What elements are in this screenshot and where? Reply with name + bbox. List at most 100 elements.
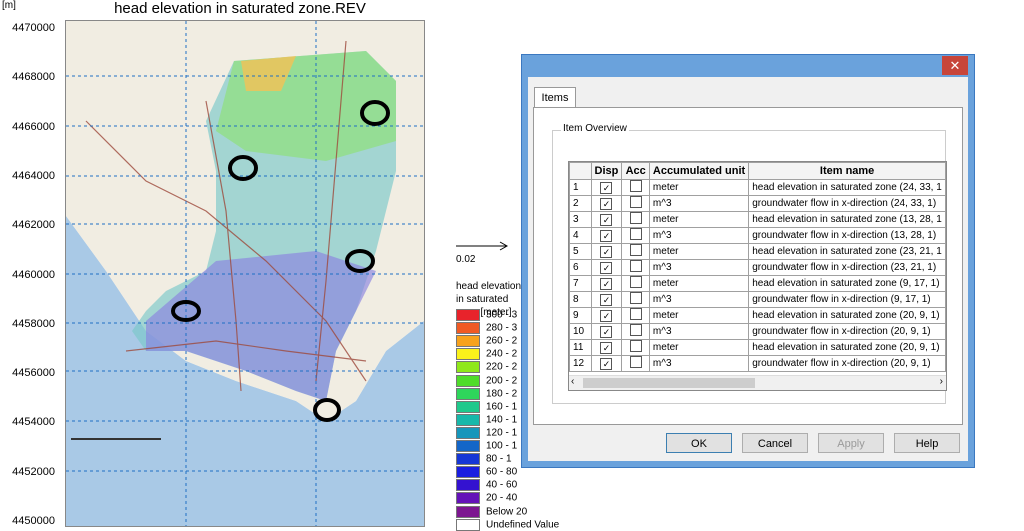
disp-checkbox[interactable]: ✓ xyxy=(600,357,613,370)
table-row[interactable]: 7 ✓ meter head elevation in saturated zone … xyxy=(569,275,946,292)
row-number: 12 xyxy=(569,355,592,372)
disp-checkbox[interactable]: ✓ xyxy=(600,341,613,354)
item-name-cell: head elevation in saturated zone (23, 21… xyxy=(748,243,946,260)
accumulated-unit-cell: meter xyxy=(648,275,750,292)
row-number: 1 xyxy=(569,179,592,196)
y-tick-label: 4454000 xyxy=(12,416,55,429)
item-name-cell: head elevation in saturated zone (20, 9,… xyxy=(748,307,946,324)
acc-checkbox[interactable] xyxy=(629,180,642,192)
items-dialog: ✕ Items Item Overview Disp Acc Accumulated… xyxy=(521,54,975,468)
acc-checkbox[interactable] xyxy=(629,196,642,208)
legend-label: 240 - 2 xyxy=(486,348,518,360)
legend-label: Below 20 xyxy=(486,506,528,518)
acc-checkbox[interactable] xyxy=(629,260,642,272)
close-button[interactable]: ✕ xyxy=(942,56,968,75)
table-row[interactable]: 4 ✓ m^3 groundwater flow in x-direction (13… xyxy=(569,227,946,244)
disp-checkbox[interactable]: ✓ xyxy=(600,325,613,338)
disp-cell: ✓ xyxy=(590,227,623,244)
table-row[interactable]: 9 ✓ meter head elevation in saturated zone … xyxy=(569,307,946,324)
tab-items[interactable]: Items xyxy=(534,87,576,108)
apply-button[interactable]: Apply xyxy=(818,433,884,453)
item-name-cell: head elevation in saturated zone (20, 9,… xyxy=(748,339,946,356)
y-tick-label: 4468000 xyxy=(12,71,55,84)
scroll-left-icon[interactable]: ‹ xyxy=(571,376,574,387)
column-header[interactable]: Acc xyxy=(621,162,650,180)
legend-swatch xyxy=(456,492,480,505)
item-name-cell: groundwater flow in x-direction (23, 21,… xyxy=(748,259,946,276)
item-name-cell: head elevation in saturated zone (13, 28… xyxy=(748,211,946,228)
disp-checkbox[interactable]: ✓ xyxy=(600,309,613,322)
y-tick-label: 4452000 xyxy=(12,465,55,478)
disp-checkbox[interactable]: ✓ xyxy=(600,181,613,194)
accumulated-unit-cell: m^3 xyxy=(648,195,750,212)
item-overview-label: Item Overview xyxy=(561,123,629,134)
disp-checkbox[interactable]: ✓ xyxy=(600,277,613,290)
map-svg xyxy=(66,21,424,526)
legend-entry: 60 - 80 xyxy=(456,466,517,479)
items-grid[interactable]: Disp Acc Accumulated unit Item name 1 ✓ meter… xyxy=(568,161,947,391)
item-name-cell: groundwater flow in x-direction (13, 28,… xyxy=(748,227,946,244)
disp-checkbox[interactable]: ✓ xyxy=(600,213,613,226)
ok-button[interactable]: OK xyxy=(666,433,732,453)
legend-swatch xyxy=(456,374,480,387)
disp-checkbox[interactable]: ✓ xyxy=(600,261,613,274)
disp-cell: ✓ xyxy=(590,243,623,260)
table-row[interactable]: 2 ✓ m^3 groundwater flow in x-direction (24… xyxy=(569,195,946,212)
accumulated-unit-cell: meter xyxy=(648,307,750,324)
table-row[interactable]: 10 ✓ m^3 groundwater flow in x-direction (2… xyxy=(569,323,946,340)
acc-cell xyxy=(621,323,650,340)
legend-label: 100 - 1 xyxy=(486,440,518,452)
vector-scale-label: 0.02 xyxy=(456,254,476,265)
table-row[interactable]: 12 ✓ m^3 groundwater flow in x-direction (2… xyxy=(569,355,946,372)
legend-swatch xyxy=(456,322,480,335)
acc-checkbox[interactable] xyxy=(629,292,642,304)
map-view[interactable] xyxy=(65,20,425,527)
column-header[interactable] xyxy=(569,162,592,180)
y-tick-label: 4460000 xyxy=(12,268,55,281)
help-button[interactable]: Help xyxy=(894,433,960,453)
table-row[interactable]: 11 ✓ meter head elevation in saturated zone… xyxy=(569,339,946,356)
acc-checkbox[interactable] xyxy=(629,228,642,240)
acc-cell xyxy=(621,243,650,260)
accumulated-unit-cell: m^3 xyxy=(648,259,750,276)
column-header[interactable]: Item name xyxy=(748,162,946,180)
y-tick-label: 4458000 xyxy=(12,317,55,330)
row-number: 2 xyxy=(569,195,592,212)
legend-label: 180 - 2 xyxy=(486,388,518,400)
items-table: Disp Acc Accumulated unit Item name 1 ✓ meter… xyxy=(569,162,946,372)
disp-checkbox[interactable]: ✓ xyxy=(600,245,613,258)
disp-cell: ✓ xyxy=(590,307,623,324)
dialog-titlebar[interactable]: ✕ xyxy=(522,55,974,77)
acc-checkbox[interactable] xyxy=(629,324,642,336)
item-name-cell: head elevation in saturated zone (24, 33… xyxy=(748,179,946,196)
acc-checkbox[interactable] xyxy=(629,212,642,224)
disp-checkbox[interactable]: ✓ xyxy=(600,229,613,242)
cancel-button[interactable]: Cancel xyxy=(742,433,808,453)
horizontal-scrollbar[interactable]: ‹ › xyxy=(569,375,946,390)
disp-checkbox[interactable]: ✓ xyxy=(600,293,613,306)
scroll-right-icon[interactable]: › xyxy=(940,376,943,387)
table-row[interactable]: 1 ✓ meter head elevation in saturated zone … xyxy=(569,179,946,196)
legend-label: 20 - 40 xyxy=(486,493,518,505)
table-row[interactable]: 8 ✓ m^3 groundwater flow in x-direction (9,… xyxy=(569,291,946,308)
acc-checkbox[interactable] xyxy=(629,244,642,256)
legend-label: 80 - 1 xyxy=(486,453,512,465)
row-number: 8 xyxy=(569,291,592,308)
acc-checkbox[interactable] xyxy=(629,276,642,288)
disp-checkbox[interactable]: ✓ xyxy=(600,197,613,210)
item-name-cell: groundwater flow in x-direction (20, 9, … xyxy=(748,323,946,340)
acc-checkbox[interactable] xyxy=(629,308,642,320)
item-name-cell: groundwater flow in x-direction (24, 33,… xyxy=(748,195,946,212)
table-row[interactable]: 3 ✓ meter head elevation in saturated zone … xyxy=(569,211,946,228)
acc-checkbox[interactable] xyxy=(629,340,642,352)
legend-label: 220 - 2 xyxy=(486,362,518,374)
acc-cell xyxy=(621,339,650,356)
legend-swatch xyxy=(456,335,480,348)
column-header[interactable]: Disp xyxy=(590,162,623,180)
table-row[interactable]: 6 ✓ m^3 groundwater flow in x-direction (23… xyxy=(569,259,946,276)
accumulated-unit-cell: m^3 xyxy=(648,227,750,244)
column-header[interactable]: Accumulated unit xyxy=(648,162,750,180)
acc-checkbox[interactable] xyxy=(629,356,642,368)
scroll-thumb[interactable] xyxy=(583,378,755,388)
table-row[interactable]: 5 ✓ meter head elevation in saturated zone … xyxy=(569,243,946,260)
